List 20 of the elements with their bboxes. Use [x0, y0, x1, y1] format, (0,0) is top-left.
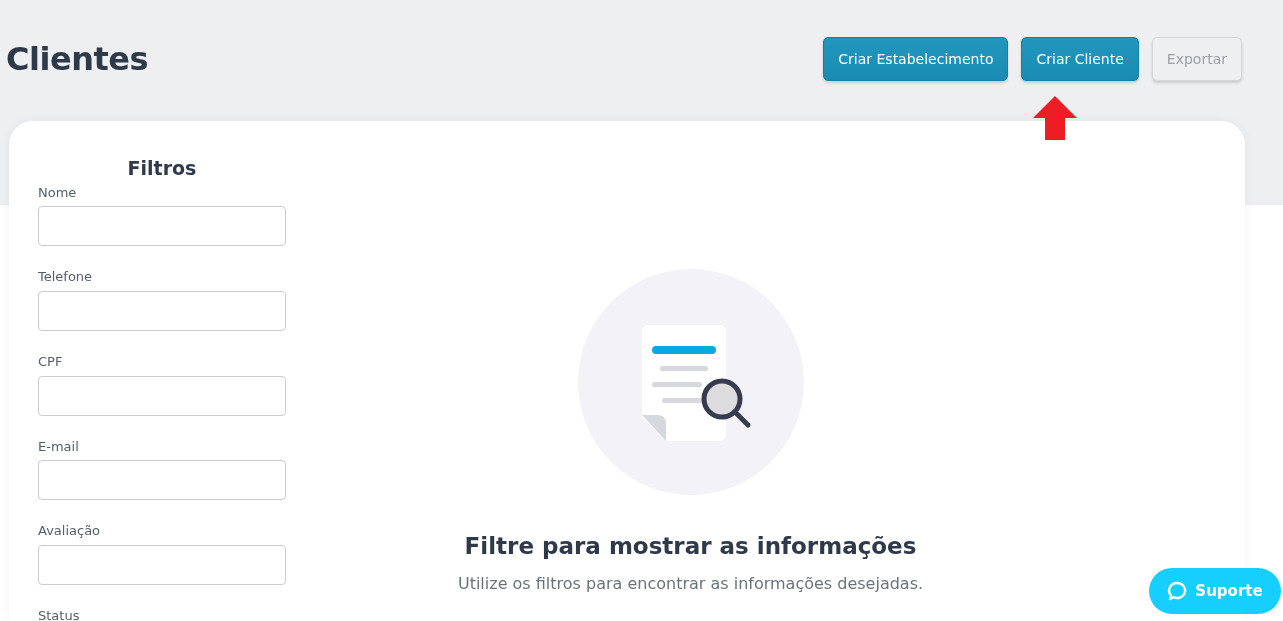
- empty-state-message: Utilize os filtros para encontrar as informações desejadas.: [457, 572, 924, 595]
- chat-bubble-icon: [1167, 581, 1188, 601]
- input-field[interactable]: [38, 291, 286, 331]
- field-label: Nome: [38, 184, 77, 201]
- support-button[interactable]: Suporte: [1149, 568, 1281, 614]
- page-title: Clientes: [6, 39, 148, 79]
- filters-heading: Filtros: [126, 157, 198, 180]
- field-label: CPF: [38, 354, 63, 370]
- field-label: E-mail: [38, 438, 79, 455]
- input-field[interactable]: [38, 375, 286, 416]
- empty-state-title: Filtre para mostrar as informações: [464, 532, 917, 561]
- input-field[interactable]: [38, 544, 286, 585]
- field-label: Avaliação: [38, 523, 101, 539]
- action-button[interactable]: Criar Cliente: [1021, 37, 1139, 81]
- field-label: Status: [38, 607, 80, 621]
- action-button[interactable]: Criar Estabelecimento: [823, 37, 1009, 81]
- field-label: Telefone: [38, 269, 93, 285]
- input-field[interactable]: [38, 460, 286, 501]
- arrow-icon: [1033, 96, 1077, 140]
- input-field[interactable]: [38, 206, 286, 247]
